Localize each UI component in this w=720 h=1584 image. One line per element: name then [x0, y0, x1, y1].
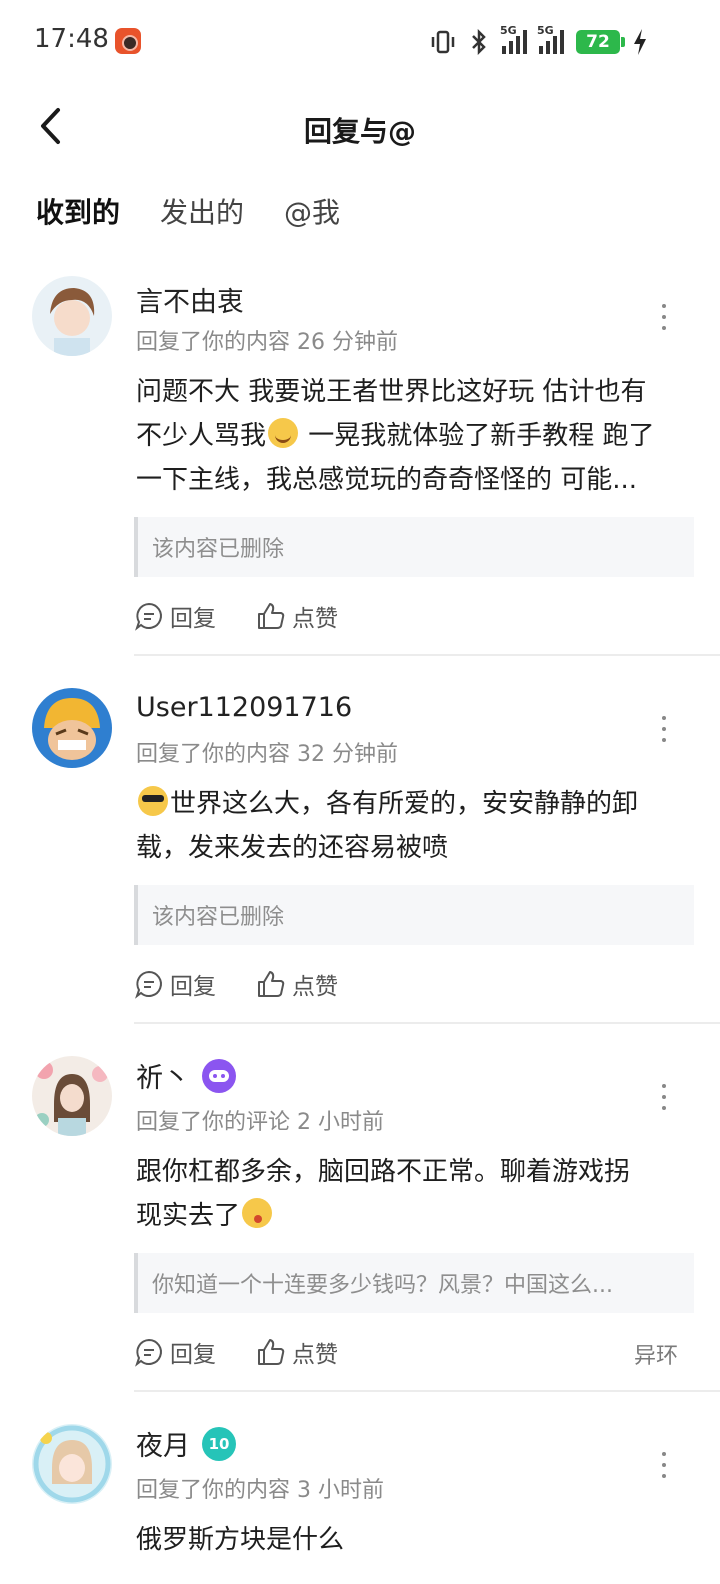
- quoted-content[interactable]: 该内容已删除: [134, 517, 694, 577]
- vibrate-icon: [431, 30, 455, 54]
- network-type-2: 5G: [537, 24, 554, 37]
- thumbs-up-icon: [258, 971, 285, 997]
- content-line-with-emoji: 世界这么大，各有所爱的，安安静静的卸: [136, 782, 686, 826]
- status-bar: 17:48 5G 5G 72: [0, 0, 720, 84]
- reply-label: 回复: [170, 974, 216, 1000]
- tab-sent[interactable]: 发出的: [160, 190, 244, 236]
- header: 回复与@: [0, 84, 720, 174]
- like-button[interactable]: 点赞: [256, 599, 338, 633]
- username[interactable]: 夜月: [136, 1424, 190, 1463]
- like-label: 点赞: [292, 1342, 338, 1368]
- reply-content[interactable]: 跟你杠都多余，脑回路不正常。聊着游戏拐 现实去了: [136, 1150, 686, 1238]
- smile-emoji-icon: [268, 418, 299, 448]
- level-badge-icon: 10: [202, 1426, 236, 1461]
- content-line-with-emoji: 不少人骂我 一晃我就体验了新手教程 跑了: [136, 414, 686, 458]
- network-type-1: 5G: [500, 24, 517, 37]
- username-row: User112091716: [136, 692, 352, 723]
- page-title: 回复与@: [303, 115, 416, 148]
- more-vertical-icon[interactable]: [654, 716, 674, 742]
- charging-icon: [634, 29, 646, 55]
- music-app-icon: [115, 28, 141, 54]
- reply-meta: 回复了你的内容 32 分钟前: [136, 742, 398, 767]
- username-row: 言不由衷: [136, 280, 244, 319]
- action-row: 回复 点赞: [134, 1332, 338, 1372]
- avatar[interactable]: [32, 1056, 112, 1136]
- tab-bar: 收到的 发出的 @我: [36, 190, 340, 240]
- level-badge-text: 10: [208, 1434, 230, 1453]
- thumbs-up-icon: [258, 1339, 285, 1365]
- action-row: 回复 点赞: [134, 596, 338, 636]
- avatar[interactable]: [32, 688, 112, 768]
- reply-content[interactable]: 问题不大 我要说王者世界比这好玩 估计也有 不少人骂我 一晃我就体验了新手教程 …: [136, 370, 686, 502]
- reply-item[interactable]: 祈丶 回复了你的评论 2 小时前 跟你杠都多余，脑回路不正常。聊着游戏拐 现实去…: [0, 1042, 720, 1398]
- reply-meta: 回复了你的评论 2 小时前: [136, 1110, 384, 1135]
- reply-bubble-icon: [135, 970, 162, 999]
- username[interactable]: 言不由衷: [136, 280, 244, 319]
- like-button[interactable]: 点赞: [256, 967, 338, 1001]
- gamepad-badge-icon: [202, 1058, 236, 1093]
- more-vertical-icon[interactable]: [654, 1084, 674, 1110]
- avatar[interactable]: [32, 276, 112, 356]
- username[interactable]: User112091716: [136, 692, 352, 723]
- like-label: 点赞: [292, 606, 338, 632]
- username-row: 祈丶: [136, 1056, 236, 1095]
- content-segment: 世界这么大，各有所爱的，安安静静的卸: [170, 789, 639, 819]
- reply-content[interactable]: 俄罗斯方块是什么: [136, 1518, 686, 1562]
- username[interactable]: 祈丶: [136, 1056, 190, 1095]
- signal-icon-1: 5G: [500, 24, 527, 54]
- status-icons: 5G 5G 72: [430, 24, 648, 58]
- tab-mentions[interactable]: @我: [284, 190, 340, 236]
- divider: [134, 1390, 720, 1392]
- like-label: 点赞: [292, 974, 338, 1000]
- dizzy-face-emoji-icon: [242, 1198, 273, 1228]
- reply-meta: 回复了你的内容 26 分钟前: [136, 330, 398, 355]
- like-button[interactable]: 点赞: [256, 1335, 338, 1369]
- tab-received[interactable]: 收到的: [36, 190, 120, 236]
- quoted-content[interactable]: 该内容已删除: [134, 885, 694, 945]
- thumbs-up-icon: [258, 603, 285, 629]
- content-line-with-emoji: 现实去了: [136, 1194, 686, 1238]
- reply-bubble-icon: [135, 1338, 162, 1367]
- reply-label: 回复: [170, 1342, 216, 1368]
- content-line: 问题不大 我要说王者世界比这好玩 估计也有: [136, 377, 647, 407]
- action-row: 回复 点赞: [134, 964, 338, 1004]
- reply-label: 回复: [170, 606, 216, 632]
- content-line: 俄罗斯方块是什么: [136, 1525, 345, 1555]
- reply-button[interactable]: 回复: [134, 599, 216, 633]
- quoted-content[interactable]: 你知道一个十连要多少钱吗？风景？中国这么...: [134, 1253, 694, 1313]
- reply-button[interactable]: 回复: [134, 1335, 216, 1369]
- content-segment: 现实去了: [136, 1201, 241, 1231]
- content-line: 跟你杠都多余，脑回路不正常。聊着游戏拐: [136, 1157, 631, 1187]
- reply-item[interactable]: User112091716 回复了你的内容 32 分钟前 世界这么大，各有所爱的…: [0, 674, 720, 1030]
- content-line: 一下主线，我总感觉玩的奇奇怪怪的 可能...: [136, 465, 638, 495]
- username-row: 夜月 10: [136, 1424, 236, 1463]
- content-segment: 一晃我就体验了新手教程 跑了: [300, 421, 655, 451]
- sunglasses-emoji-icon: [138, 786, 168, 816]
- divider: [134, 654, 720, 656]
- content-segment: 不少人骂我: [136, 421, 267, 451]
- reply-item[interactable]: 夜月 10 回复了你的内容 3 小时前 俄罗斯方块是什么: [0, 1410, 720, 1584]
- divider: [134, 1022, 720, 1024]
- reply-bubble-icon: [135, 602, 162, 631]
- more-vertical-icon[interactable]: [654, 304, 674, 330]
- battery-indicator: 72: [576, 30, 625, 54]
- signal-icon-2: 5G: [537, 24, 564, 54]
- bluetooth-icon: [472, 29, 486, 55]
- reply-meta: 回复了你的内容 3 小时前: [136, 1478, 384, 1503]
- game-tag[interactable]: 异环: [634, 1338, 678, 1370]
- content-line: 载，发来发去的还容易被喷: [136, 833, 449, 863]
- reply-button[interactable]: 回复: [134, 967, 216, 1001]
- tab-received-label: 收到的: [36, 196, 121, 229]
- reply-item[interactable]: 言不由衷 回复了你的内容 26 分钟前 问题不大 我要说王者世界比这好玩 估计也…: [0, 262, 720, 656]
- more-vertical-icon[interactable]: [654, 1452, 674, 1478]
- status-time: 17:48: [34, 24, 109, 54]
- reply-content[interactable]: 世界这么大，各有所爱的，安安静静的卸 载，发来发去的还容易被喷: [136, 782, 686, 870]
- avatar[interactable]: [32, 1424, 112, 1504]
